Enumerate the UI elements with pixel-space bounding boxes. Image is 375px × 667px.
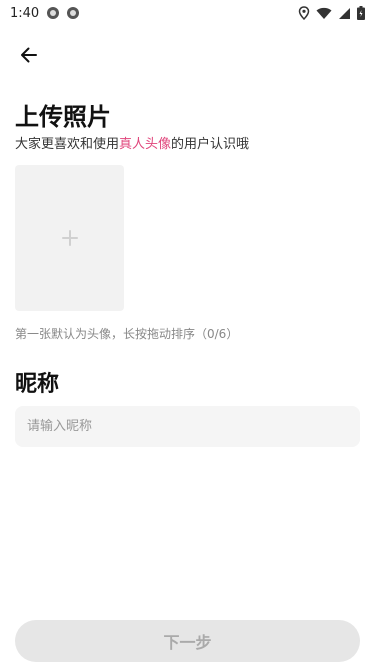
location-icon (298, 6, 310, 20)
nickname-input[interactable] (15, 406, 360, 447)
status-left: 1:40 (10, 5, 80, 21)
notification-icon (67, 7, 80, 19)
photo-hint: 第一张默认为头像，长按拖动排序（0/6） (15, 327, 239, 341)
signal-icon (339, 7, 350, 19)
notification-icon (47, 7, 60, 19)
page-title: 上传照片 (15, 103, 111, 131)
wifi-icon (316, 7, 332, 19)
subtitle-prefix: 大家更喜欢和使用 (15, 137, 120, 152)
subtitle-highlight: 真人头像 (119, 137, 172, 152)
arrow-left-icon (21, 47, 37, 63)
status-right (298, 6, 365, 20)
status-bar: 1:40 (0, 0, 375, 26)
next-button[interactable]: 下一步 (15, 620, 360, 662)
subtitle-suffix: 的用户认识哦 (171, 137, 250, 152)
back-button[interactable] (14, 40, 44, 70)
upload-subtitle: 大家更喜欢和使用真人头像的用户认识哦 (15, 133, 249, 152)
nickname-title: 昵称 (15, 372, 60, 397)
status-time: 1:40 (10, 5, 40, 21)
plus-icon (61, 230, 78, 246)
battery-icon (357, 6, 365, 20)
add-photo-slot[interactable] (15, 165, 124, 311)
